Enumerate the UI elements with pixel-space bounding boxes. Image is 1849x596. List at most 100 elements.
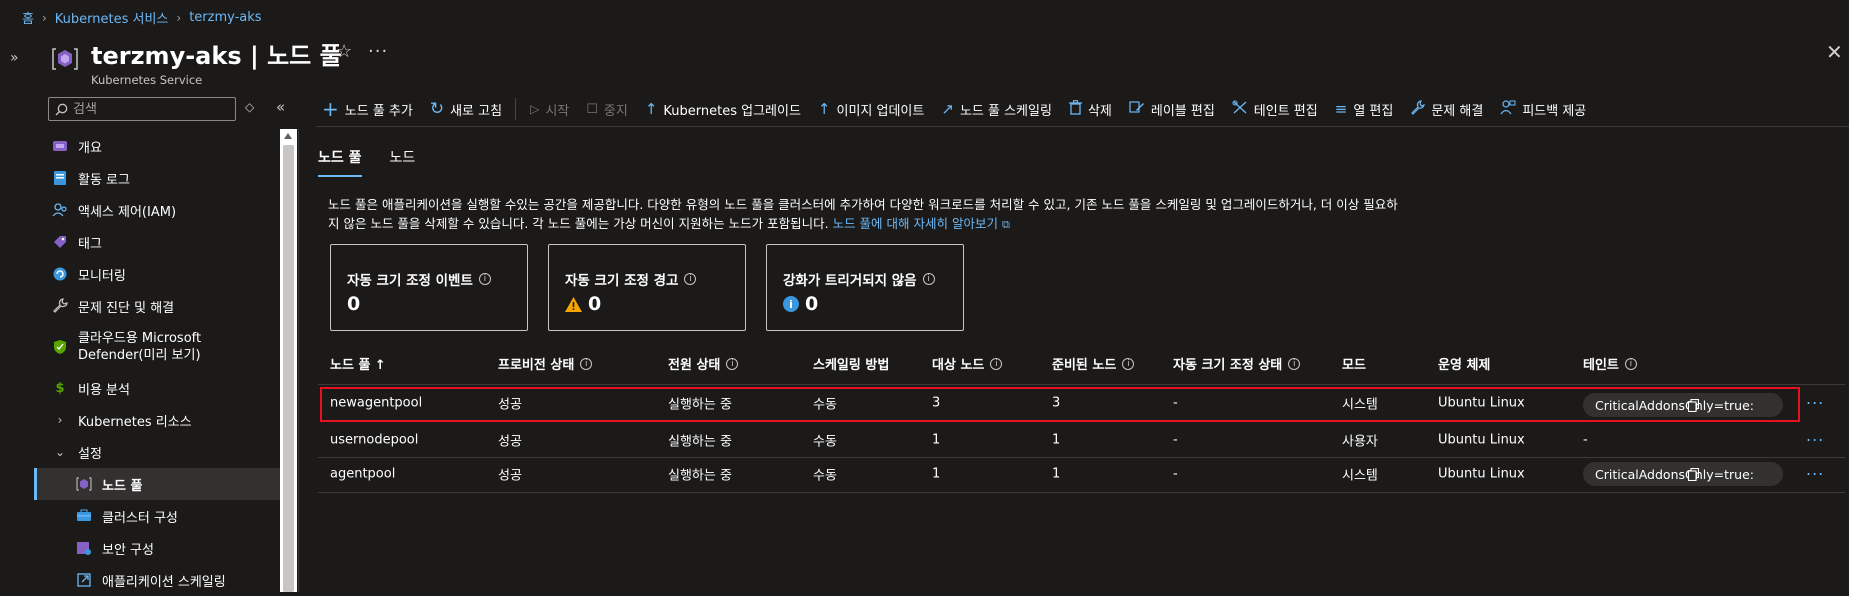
favorite-star-icon[interactable]: ☆: [336, 41, 352, 62]
feedback-button[interactable]: 피드백 제공: [1500, 99, 1587, 119]
sidebar-item-app-scaling[interactable]: 애플리케이션 스케일링: [34, 564, 280, 596]
collapse-sidebar-icon[interactable]: «: [276, 98, 285, 116]
start-button[interactable]: ▷ 시작: [530, 100, 569, 119]
scaling-method-link[interactable]: 수동: [813, 465, 837, 484]
sidebar-item-monitoring[interactable]: 모니터링: [34, 258, 280, 290]
column-header-target-nodes[interactable]: 대상 노드 i: [932, 354, 1003, 373]
warning-icon: [565, 296, 582, 312]
info-icon[interactable]: i: [478, 273, 491, 285]
info-icon[interactable]: i: [1624, 357, 1637, 370]
overview-icon: [52, 138, 68, 154]
card-value-text: 0: [588, 293, 602, 315]
column-header-autoscale[interactable]: 자동 크기 조정 상태 i: [1173, 354, 1301, 373]
info-icon[interactable]: i: [580, 357, 593, 370]
column-header-taints[interactable]: 테인트 i: [1583, 354, 1637, 373]
row-more-options-icon[interactable]: ···: [1806, 431, 1824, 450]
edit-labels-button[interactable]: 레이블 편집: [1129, 100, 1215, 119]
autoscale-warnings-card[interactable]: 자동 크기 조정 경고 i 0: [548, 244, 746, 331]
edit-columns-button[interactable]: ≡ 열 편집: [1335, 100, 1394, 119]
table-row[interactable]: usernodepool 성공 실행하는 중 수동 1 1 - 사용자 Ubun…: [318, 423, 1845, 457]
scroll-up-arrow-icon[interactable]: [284, 133, 292, 139]
add-node-pool-button[interactable]: + 노드 풀 추가: [322, 97, 413, 121]
header-label: 준비된 노드: [1052, 358, 1117, 373]
info-icon[interactable]: i: [1122, 357, 1135, 370]
info-icon[interactable]: i: [990, 357, 1003, 370]
feedback-person-icon: [1500, 99, 1516, 119]
close-icon[interactable]: ✕: [1826, 40, 1843, 64]
column-header-provisioning[interactable]: 프로비전 상태 i: [498, 354, 593, 373]
sidebar-item-tags[interactable]: 태그: [34, 226, 280, 258]
sidebar-item-security-config[interactable]: 보안 구성: [34, 532, 280, 564]
scale-node-pool-button[interactable]: ↗ 노드 풀 스케일링: [941, 100, 1052, 119]
column-header-name[interactable]: 노드 풀 ↑: [330, 354, 386, 373]
node-pool-name-link[interactable]: usernodepool: [330, 433, 418, 448]
breadcrumb-resource[interactable]: terzmy-aks: [189, 10, 261, 25]
table-row[interactable]: agentpool 성공 실행하는 중 수동 1 1 - 시스템 Ubuntu …: [318, 457, 1845, 491]
sidebar-item-node-pools[interactable]: 노드 풀: [34, 468, 280, 500]
sort-toggle-icon[interactable]: ◇: [245, 100, 254, 114]
wrench-icon: [52, 298, 68, 314]
column-header-ready-nodes[interactable]: 준비된 노드 i: [1052, 354, 1135, 373]
refresh-button[interactable]: ↻ 새로 고침: [430, 99, 502, 119]
kubernetes-upgrade-button[interactable]: ↑ Kubernetes 업그레이드: [645, 100, 801, 119]
sidebar-item-cost-analysis[interactable]: $ 비용 분석: [34, 372, 280, 404]
sidebar-item-defender[interactable]: 클라우드용 Microsoft Defender(미리 보기): [34, 322, 280, 372]
copy-icon[interactable]: [1613, 465, 1773, 483]
scrollbar-thumb[interactable]: [283, 145, 294, 592]
sidebar-item-kubernetes-resources[interactable]: › Kubernetes 리소스: [34, 404, 280, 436]
sidebar-item-overview[interactable]: 개요: [34, 130, 280, 162]
sidebar-search-box[interactable]: [48, 97, 236, 121]
delete-button[interactable]: 삭제: [1068, 99, 1112, 119]
image-update-button[interactable]: ↑ 이미지 업데이트: [818, 100, 924, 119]
breadcrumb-home[interactable]: 홈: [22, 8, 34, 27]
info-icon[interactable]: i: [726, 357, 739, 370]
refresh-icon: ↻: [429, 99, 445, 119]
sidebar-item-label: 애플리케이션 스케일링: [102, 574, 226, 590]
feedback-label: 피드백 제공: [1522, 103, 1587, 119]
ready-nodes-link[interactable]: 1: [1052, 433, 1060, 448]
sidebar-item-cluster-config[interactable]: 클러스터 구성: [34, 500, 280, 532]
sidebar-scrollbar[interactable]: [280, 129, 297, 592]
image-update-label: 이미지 업데이트: [836, 103, 925, 119]
header-label: 스케일링 방법: [813, 358, 890, 373]
list-columns-icon: ≡: [1334, 100, 1348, 118]
troubleshoot-label: 문제 해결: [1431, 103, 1484, 119]
header-label: 테인트: [1583, 358, 1619, 373]
column-header-scaling[interactable]: 스케일링 방법: [813, 354, 889, 373]
scaling-method-link[interactable]: 수동: [813, 431, 837, 450]
sidebar-item-activity-log[interactable]: 활동 로그: [34, 162, 280, 194]
expand-menu-icon[interactable]: »: [10, 50, 19, 66]
tab-node-pools[interactable]: 노드 풀: [318, 147, 362, 177]
tab-nodes[interactable]: 노드: [390, 147, 416, 177]
row-more-options-icon[interactable]: ···: [1806, 394, 1824, 413]
sidebar-item-label: 노드 풀: [102, 478, 143, 494]
kubernetes-service-icon: [50, 44, 80, 74]
learn-more-link[interactable]: 노드 풀에 대해 자세히 알아보기 ⧉: [833, 216, 1010, 231]
sidebar-item-settings[interactable]: ⌄ 설정: [34, 436, 280, 468]
ready-nodes-link[interactable]: 1: [1052, 467, 1060, 482]
breadcrumb-kubernetes-services[interactable]: Kubernetes 서비스: [55, 8, 169, 27]
autoscale-events-card[interactable]: 자동 크기 조정 이벤트 i 0: [330, 244, 528, 331]
column-header-os[interactable]: 운영 체제: [1438, 354, 1490, 373]
troubleshoot-button[interactable]: 문제 해결: [1410, 99, 1484, 119]
sidebar-item-diagnose[interactable]: 문제 진단 및 해결: [34, 290, 280, 322]
header-label: 프로비전 상태: [498, 358, 575, 373]
edit-taints-label: 테인트 편집: [1253, 103, 1318, 119]
row-more-options-icon[interactable]: ···: [1806, 465, 1824, 484]
column-header-mode[interactable]: 모드: [1342, 354, 1366, 373]
stop-button[interactable]: ☐ 중지: [586, 100, 628, 119]
node-pool-name-link[interactable]: agentpool: [330, 467, 395, 482]
sidebar-item-access-control[interactable]: 액세스 제어(IAM): [34, 194, 280, 226]
sidebar-item-label: 태그: [78, 236, 102, 252]
edit-taints-icon: [1232, 99, 1248, 119]
info-icon[interactable]: i: [684, 273, 697, 285]
scale-up-not-triggered-card[interactable]: 강화가 트리거되지 않음 i i 0: [766, 244, 964, 331]
edit-taints-button[interactable]: 테인트 편집: [1232, 99, 1318, 119]
sidebar-search-input[interactable]: [73, 101, 223, 117]
info-icon[interactable]: i: [922, 273, 935, 285]
more-options-icon[interactable]: ···: [368, 41, 388, 62]
info-icon[interactable]: i: [1288, 357, 1301, 370]
column-header-power[interactable]: 전원 상태 i: [668, 354, 739, 373]
edit-labels-label: 레이블 편집: [1150, 103, 1215, 119]
card-title: 강화가 트리거되지 않음 i: [783, 269, 947, 289]
